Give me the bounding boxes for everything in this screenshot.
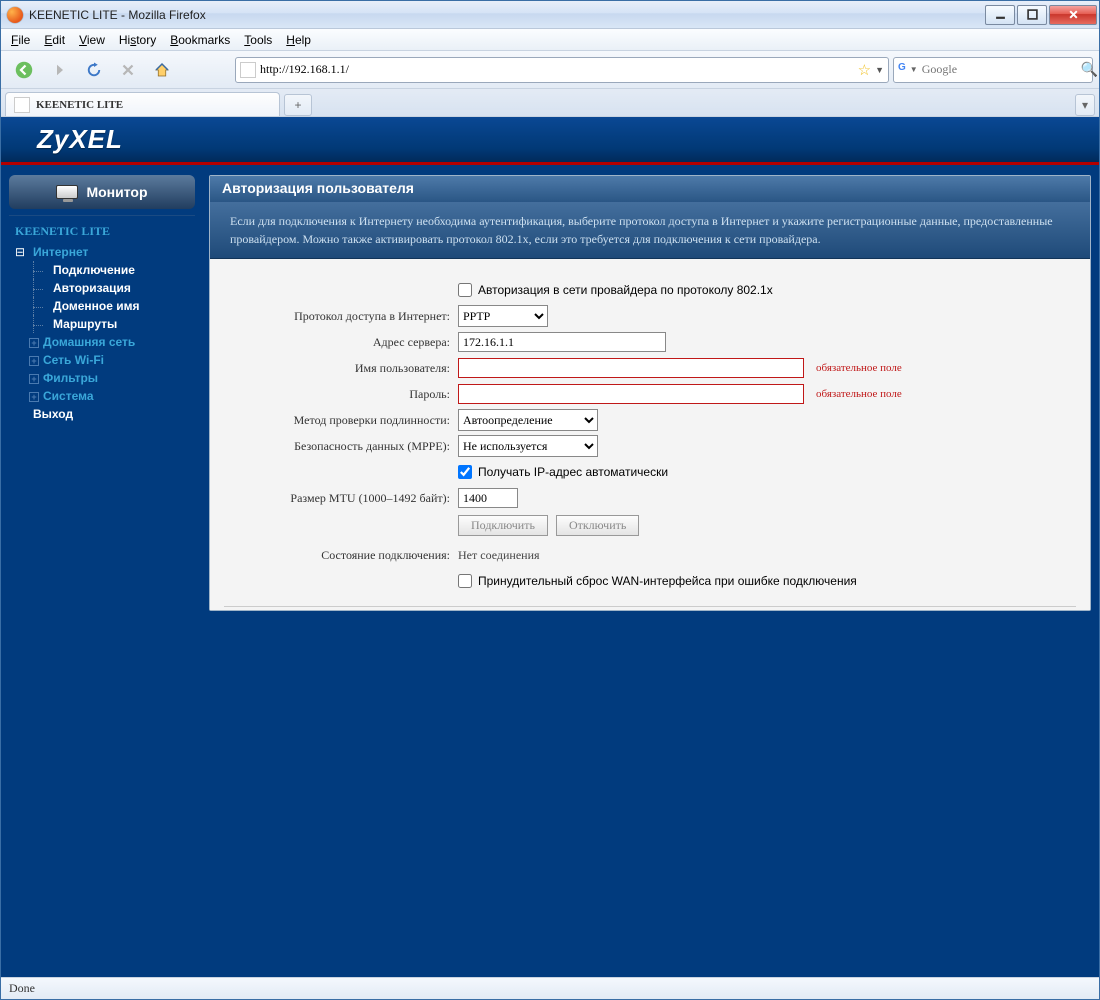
home-button[interactable] xyxy=(147,55,177,85)
tab-list-button[interactable]: ▾ xyxy=(1075,94,1095,116)
reload-button[interactable] xyxy=(79,55,109,85)
url-bar[interactable]: ☆ ▼ xyxy=(235,57,889,83)
monitor-icon xyxy=(56,185,78,199)
search-icon[interactable]: 🔍 xyxy=(1081,61,1098,78)
select-auth-method[interactable]: Автоопределение xyxy=(458,409,598,431)
tab-strip: KEENETIC LITE + ▾ xyxy=(1,89,1099,117)
panel-description: Если для подключения к Интернету необход… xyxy=(210,202,1090,259)
maximize-button[interactable] xyxy=(1017,5,1047,25)
tree-internet[interactable]: ⊟Интернет xyxy=(11,243,195,261)
nav-toolbar: ☆ ▼ G ▼ 🔍 xyxy=(1,51,1099,89)
required-username: обязательное поле xyxy=(816,362,902,374)
input-server[interactable] xyxy=(458,332,666,352)
forward-button[interactable] xyxy=(45,55,75,85)
tree-routes[interactable]: Маршруты xyxy=(25,315,195,333)
monitor-label: Монитор xyxy=(86,184,147,200)
checkbox-wan-reset[interactable] xyxy=(458,574,472,588)
connect-button[interactable]: Подключить xyxy=(458,515,548,536)
checkbox-auto-ip[interactable] xyxy=(458,465,472,479)
statusbar: Done xyxy=(1,977,1099,999)
label-wan-reset: Принудительный сброс WAN-интерфейса при … xyxy=(478,574,857,588)
menu-tools[interactable]: Tools xyxy=(238,31,278,49)
select-mppe[interactable]: Не используется xyxy=(458,435,598,457)
google-icon: G xyxy=(898,62,906,78)
disconnect-button[interactable]: Отключить xyxy=(556,515,639,536)
menu-file[interactable]: File xyxy=(5,31,36,49)
input-mtu[interactable] xyxy=(458,488,518,508)
firefox-icon xyxy=(7,7,23,23)
page-icon xyxy=(240,62,256,78)
select-protocol[interactable]: PPTP xyxy=(458,305,548,327)
label-password: Пароль: xyxy=(224,387,458,402)
tab-keenetic[interactable]: KEENETIC LITE xyxy=(5,92,280,116)
input-password[interactable] xyxy=(458,384,804,404)
main-panel: Авторизация пользователя Если для подклю… xyxy=(209,175,1091,611)
new-tab-button[interactable]: + xyxy=(284,94,312,116)
tree-root[interactable]: KEENETIC LITE xyxy=(11,220,195,243)
label-mtu: Размер MTU (1000–1492 байт): xyxy=(224,491,458,506)
close-button[interactable] xyxy=(1049,5,1097,25)
label-protocol: Протокол доступа в Интернет: xyxy=(224,309,458,324)
tree-home-network[interactable]: +Домашняя сеть xyxy=(11,333,195,351)
tree-connection[interactable]: Подключение xyxy=(25,261,195,279)
menu-history[interactable]: History xyxy=(113,31,162,49)
url-dropdown-icon[interactable]: ▼ xyxy=(875,65,884,75)
search-bar[interactable]: G ▼ 🔍 xyxy=(893,57,1093,83)
back-button[interactable] xyxy=(7,53,41,87)
search-engine-dropdown-icon[interactable]: ▼ xyxy=(910,65,918,74)
label-connection-state: Состояние подключения: xyxy=(224,548,458,563)
required-password: обязательное поле xyxy=(816,388,902,400)
panel-title: Авторизация пользователя xyxy=(210,176,1090,202)
titlebar: KEENETIC LITE - Mozilla Firefox xyxy=(1,1,1099,29)
search-input[interactable] xyxy=(922,62,1077,77)
label-auth-method: Метод проверки подлинности: xyxy=(224,413,458,428)
label-auto-ip: Получать IP-адрес автоматически xyxy=(478,465,668,479)
label-mppe: Безопасность данных (MPPE): xyxy=(224,439,458,454)
tree-filters[interactable]: +Фильтры xyxy=(11,369,195,387)
nav-tree: KEENETIC LITE ⊟Интернет Подключение Авто… xyxy=(9,215,195,423)
menubar: File Edit View History Bookmarks Tools H… xyxy=(1,29,1099,51)
input-username[interactable] xyxy=(458,358,804,378)
tree-authorization[interactable]: Авторизация xyxy=(25,279,195,297)
monitor-button[interactable]: Монитор xyxy=(9,175,195,209)
label-8021x: Авторизация в сети провайдера по протоко… xyxy=(478,283,773,297)
tab-page-icon xyxy=(14,97,30,113)
checkbox-8021x[interactable] xyxy=(458,283,472,297)
menu-view[interactable]: View xyxy=(73,31,111,49)
stop-button[interactable] xyxy=(113,55,143,85)
sidebar: Монитор KEENETIC LITE ⊟Интернет Подключе… xyxy=(9,175,195,967)
zyxel-header: ZyXEL xyxy=(1,117,1099,165)
menu-edit[interactable]: Edit xyxy=(38,31,71,49)
label-username: Имя пользователя: xyxy=(224,361,458,376)
url-input[interactable] xyxy=(260,62,854,77)
tree-system[interactable]: +Система xyxy=(11,387,195,405)
label-server: Адрес сервера: xyxy=(224,335,458,350)
tree-domain-name[interactable]: Доменное имя xyxy=(25,297,195,315)
window-title: KEENETIC LITE - Mozilla Firefox xyxy=(29,8,206,22)
minimize-button[interactable] xyxy=(985,5,1015,25)
form-area: Авторизация в сети провайдера по протоко… xyxy=(210,259,1090,610)
menu-bookmarks[interactable]: Bookmarks xyxy=(164,31,236,49)
status-text: Done xyxy=(9,981,35,996)
tab-title: KEENETIC LITE xyxy=(36,99,123,111)
connection-state-value: Нет соединения xyxy=(458,548,540,563)
tree-wifi[interactable]: +Сеть Wi-Fi xyxy=(11,351,195,369)
menu-help[interactable]: Help xyxy=(280,31,317,49)
page-content: ZyXEL Монитор KEENETIC LITE ⊟Интернет По… xyxy=(1,117,1099,977)
bookmark-star-icon[interactable]: ☆ xyxy=(858,61,871,79)
zyxel-logo: ZyXEL xyxy=(37,124,123,155)
tree-exit[interactable]: Выход xyxy=(11,405,195,423)
